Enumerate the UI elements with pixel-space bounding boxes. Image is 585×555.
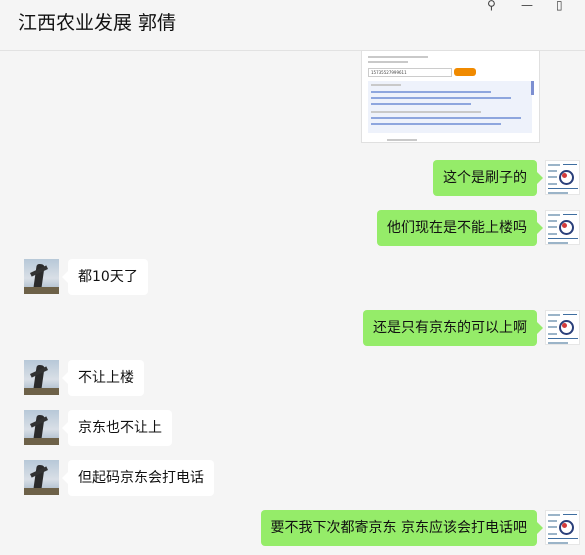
thumbnail-scrollbar xyxy=(531,81,534,95)
message-bubble-sent[interactable]: 他们现在是不能上楼吗 xyxy=(377,210,543,246)
contact-avatar[interactable] xyxy=(24,259,59,294)
contact-avatar[interactable] xyxy=(24,410,59,445)
message-bubble-received[interactable]: 但起码京东会打电话 xyxy=(62,460,214,496)
my-avatar[interactable] xyxy=(545,310,580,345)
chat-title: 江西农业发展 郭倩 xyxy=(18,12,177,34)
contact-avatar[interactable] xyxy=(24,360,59,395)
message-bubble-sent[interactable]: 还是只有京东的可以上啊 xyxy=(363,310,543,346)
message-bubble-received[interactable]: 都10天了 xyxy=(62,259,148,295)
thumbnail-input: 15735527999611 xyxy=(368,68,452,77)
maximize-icon[interactable]: ▯ xyxy=(556,0,563,11)
minimize-icon[interactable]: — xyxy=(521,0,533,11)
my-avatar[interactable] xyxy=(545,210,580,245)
message-bubble-received[interactable]: 不让上楼 xyxy=(62,360,144,396)
my-avatar[interactable] xyxy=(545,510,580,545)
message-bubble-sent[interactable]: 要不我下次都寄京东 京东应该会打电话吧 xyxy=(260,510,544,546)
my-avatar[interactable] xyxy=(545,160,580,195)
thumbnail-button xyxy=(454,68,476,76)
message-bubble-sent[interactable]: 这个是刷子的 xyxy=(433,160,543,196)
pin-icon[interactable]: ⚲ xyxy=(487,0,496,11)
message-bubble-received[interactable]: 京东也不让上 xyxy=(62,410,172,446)
thumbnail-panel xyxy=(368,81,532,133)
contact-avatar[interactable] xyxy=(24,460,59,495)
image-message[interactable]: 15735527999611 xyxy=(361,50,540,143)
chat-header: 江西农业发展 郭倩 ⚲ — ▯ xyxy=(0,0,585,51)
message-list[interactable]: 15735527999611 这个是刷子的 他们现在是不能上楼吗 都10天了 还… xyxy=(0,50,585,555)
